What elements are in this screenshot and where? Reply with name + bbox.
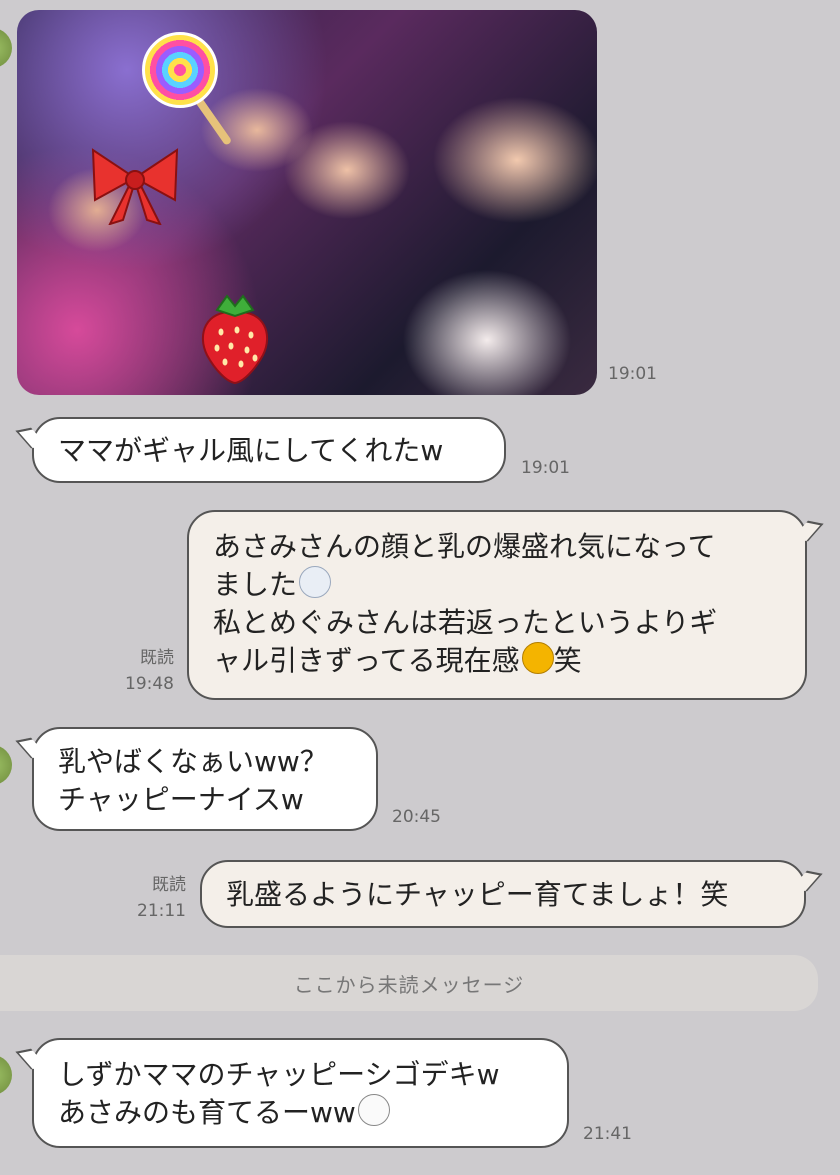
- message-time: 19:01: [521, 458, 570, 478]
- ghost-emoji-icon: [299, 566, 332, 598]
- message-line: しずかママのチャッピーシゴデキw: [58, 1058, 500, 1091]
- avatar-icon[interactable]: [0, 1055, 12, 1095]
- bear-emoji-icon: [357, 1094, 390, 1126]
- read-receipt: 既読 19:48: [110, 645, 174, 697]
- message-bubble[interactable]: しずかママのチャッピーシゴデキw あさみのも育てるーww: [32, 1038, 569, 1148]
- message-line: あさみさんの顔と乳の爆盛れ気になって: [213, 530, 716, 563]
- message-line: 乳やばくなぁいww？: [58, 745, 328, 778]
- avatar-icon[interactable]: [0, 28, 12, 68]
- message-bubble[interactable]: 乳盛るようにチャッピー育てましょ！笑: [200, 860, 806, 928]
- avatar-icon[interactable]: [0, 745, 12, 785]
- message-time: 19:01: [608, 364, 657, 384]
- message-line: 私とめぐみさんは若返ったというよりギ: [213, 606, 718, 639]
- message-text: ママがギャル風にしてくれたw: [58, 434, 444, 467]
- message-bubble[interactable]: あさみさんの顔と乳の爆盛れ気になって ました 私とめぐみさんは若返ったというより…: [187, 510, 807, 700]
- message-time: 20:45: [392, 807, 441, 827]
- message-time: 21:11: [137, 901, 186, 921]
- message-line: あさみのも育てるーww: [58, 1096, 356, 1129]
- unread-divider: ここから未読メッセージ: [0, 955, 818, 1011]
- lollipop-sticker-icon: [142, 32, 218, 108]
- message-line: ました: [213, 568, 298, 601]
- message-bubble[interactable]: ママがギャル風にしてくれたw: [32, 417, 506, 483]
- message-line: チャッピーナイスw: [58, 783, 304, 816]
- ribbon-bow-sticker-icon: [91, 148, 179, 225]
- photo-message[interactable]: [17, 10, 597, 395]
- laughing-emoji-icon: [521, 642, 554, 674]
- message-time: 21:41: [583, 1124, 632, 1144]
- message-bubble[interactable]: 乳やばくなぁいww？ チャッピーナイスw: [32, 727, 378, 831]
- read-status: 既読: [152, 875, 186, 895]
- read-receipt: 既読 21:11: [120, 872, 186, 924]
- message-time: 19:48: [125, 674, 174, 694]
- message-text: 乳盛るようにチャッピー育てましょ！笑: [226, 878, 729, 911]
- message-line: ャル引きずってる現在感: [213, 644, 520, 677]
- strawberry-sticker-icon: [202, 294, 268, 385]
- message-line: 笑: [553, 644, 582, 677]
- read-status: 既読: [140, 648, 174, 668]
